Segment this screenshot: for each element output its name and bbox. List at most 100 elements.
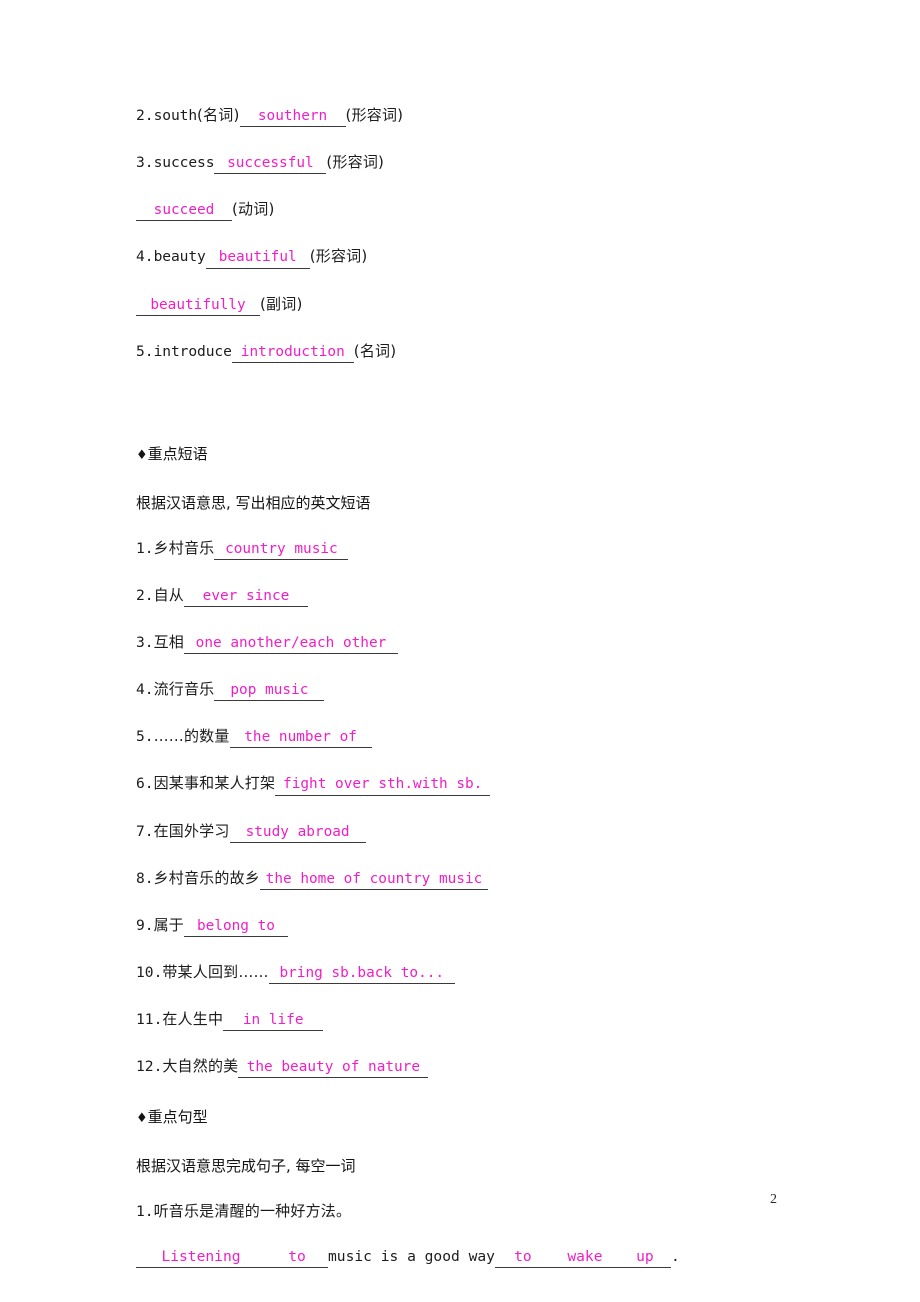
phrase-item-6: 6.因某事和某人打架 fight over sth.with sb.	[136, 774, 836, 796]
answer-blank[interactable]: the beauty of nature	[238, 1060, 429, 1079]
item-chinese: 大自然的美	[162, 1057, 239, 1076]
diamond-bullet-icon: ♦	[136, 1111, 148, 1127]
item-number: 6.	[136, 775, 154, 793]
item-chinese: 乡村音乐的故乡	[153, 868, 260, 887]
item-number: 10.	[136, 963, 163, 981]
sentences-instruction: 根据汉语意思完成句子, 每空一词	[136, 1157, 356, 1176]
vocab-item-4b: beautifully (副词)	[136, 294, 836, 316]
phrase-item-3: 3.互相 one another/each other	[136, 633, 836, 655]
item-number: 5.	[136, 342, 154, 360]
answer-blank[interactable]: country music	[214, 541, 349, 560]
phrases-instruction: 根据汉语意思, 写出相应的英文短语	[136, 493, 371, 512]
item-stem: introduce	[153, 342, 232, 360]
item-number: 4.	[136, 248, 154, 266]
item-chinese: 乡村音乐	[153, 538, 215, 557]
answer-blank[interactable]: bring sb.back to...	[268, 965, 455, 984]
phrase-item-1: 1.乡村音乐 country music	[136, 538, 836, 560]
answer-blank[interactable]: study abroad	[229, 824, 366, 843]
phrase-item-9: 9.属于 belong to	[136, 915, 836, 937]
item-number: 3.	[136, 634, 154, 651]
worksheet-page: 2.south(名词) southern (形容词) 3.success succes…	[0, 0, 920, 1302]
item-pos-after: (名词)	[353, 341, 397, 360]
vocab-item-4: 4.beauty beautiful (形容词)	[136, 247, 836, 269]
item-chinese: 属于	[153, 915, 184, 934]
answer-blank[interactable]: beautiful	[205, 250, 310, 269]
sentences-heading: ♦重点句型	[136, 1106, 836, 1127]
phrase-item-10: 10.带某人回到…… bring sb.back to...	[136, 962, 836, 984]
answer-blank[interactable]: beautifully	[136, 297, 260, 316]
item-pos-after: (形容词)	[309, 247, 368, 266]
sentences-section: ♦重点句型 根据汉语意思完成句子, 每空一词 1.听音乐是清醒的一种好方法。 L…	[136, 1106, 836, 1268]
sentence-item-1-prompt: 1.听音乐是清醒的一种好方法。	[136, 1204, 836, 1220]
answer-blank[interactable]: up	[618, 1248, 671, 1268]
answer-blank[interactable]: southern	[239, 108, 346, 128]
answer-blank[interactable]: wake	[550, 1248, 619, 1268]
answer-blank[interactable]: successful	[214, 156, 327, 175]
vocab-item-5: 5.introduce introduction (名词)	[136, 341, 836, 363]
item-pos-after: (副词)	[260, 294, 303, 313]
answer-blank[interactable]: to	[266, 1248, 328, 1268]
item-number: 11.	[136, 1011, 163, 1028]
answer-blank[interactable]: in life	[223, 1012, 324, 1032]
item-number: 1.	[136, 539, 154, 557]
phrase-item-8: 8.乡村音乐的故乡 the home of country music	[136, 868, 836, 890]
item-number: 5.	[136, 728, 154, 746]
item-chinese: 流行音乐	[153, 680, 215, 699]
item-chinese: 因某事和某人打架	[153, 774, 276, 793]
item-pos-after: (形容词)	[326, 153, 385, 172]
answer-blank[interactable]: belong to	[183, 918, 288, 937]
answer-blank[interactable]: the number of	[229, 730, 372, 749]
answer-blank[interactable]: fight over sth.with sb.	[275, 777, 491, 796]
item-stem: beauty	[153, 248, 206, 266]
item-number: 3.	[136, 154, 154, 172]
vocab-item-2: 2.south(名词) southern (形容词)	[136, 106, 836, 128]
phrase-item-7: 7.在国外学习 study abroad	[136, 821, 836, 843]
phrase-item-12: 12.大自然的美 the beauty of nature	[136, 1057, 836, 1079]
item-number: 2.	[136, 586, 154, 604]
item-chinese: 听音乐是清醒的一种好方法。	[153, 1202, 352, 1221]
item-pos-after: (动词)	[232, 200, 275, 219]
item-number: 4.	[136, 681, 154, 699]
phrase-item-11: 11.在人生中 in life	[136, 1010, 836, 1032]
page-content: 2.south(名词) southern (形容词) 3.success succes…	[136, 108, 836, 1296]
page-number: 2	[770, 1192, 777, 1207]
item-number: 2.	[136, 107, 154, 124]
item-pos-after: (形容词)	[345, 106, 404, 124]
item-chinese: 带某人回到……	[162, 962, 269, 981]
phrase-item-2: 2.自从 ever since	[136, 585, 836, 607]
phrases-heading-label: 重点短语	[147, 444, 208, 463]
phrase-item-5: 5.……的数量 the number of	[136, 727, 836, 749]
item-chinese: ……的数量	[153, 727, 230, 746]
item-chinese: 自从	[153, 585, 184, 604]
item-chinese: 在人生中	[162, 1010, 224, 1028]
item-chinese: 互相	[153, 633, 184, 651]
item-pos-before: (名词)	[197, 106, 240, 124]
answer-blank[interactable]: Listening	[136, 1248, 266, 1268]
item-number: 12.	[136, 1058, 163, 1076]
item-stem: success	[153, 154, 215, 172]
item-number: 1.	[136, 1203, 154, 1221]
vocab-section: 2.south(名词) southern (形容词) 3.success succes…	[136, 108, 836, 363]
sentence-item-1-answer-line: Listening to music is a good way to wake up.	[136, 1248, 836, 1268]
item-chinese: 在国外学习	[153, 821, 230, 840]
item-number: 7.	[136, 822, 154, 840]
answer-blank[interactable]: ever since	[183, 588, 308, 607]
item-number: 8.	[136, 869, 154, 887]
item-stem: south	[153, 107, 198, 124]
sentences-heading-label: 重点句型	[147, 1108, 208, 1127]
phrases-section: ♦重点短语 根据汉语意思, 写出相应的英文短语 1.乡村音乐 country mu…	[136, 443, 836, 1079]
answer-blank[interactable]: introduction	[231, 344, 354, 363]
phrase-item-4: 4.流行音乐 pop music	[136, 680, 836, 702]
answer-blank[interactable]: to	[494, 1248, 551, 1268]
sentence-static-text: music is a good way	[328, 1247, 495, 1265]
vocab-item-3b: succeed (动词)	[136, 200, 836, 222]
answer-blank[interactable]: one another/each other	[183, 635, 398, 655]
phrases-heading: ♦重点短语	[136, 443, 836, 464]
answer-blank[interactable]: the home of country music	[259, 871, 488, 890]
answer-blank[interactable]: pop music	[214, 683, 325, 702]
diamond-bullet-icon: ♦	[136, 447, 148, 463]
answer-blank[interactable]: succeed	[136, 203, 232, 222]
sentence-period: .	[670, 1247, 680, 1265]
item-number: 9.	[136, 916, 154, 934]
